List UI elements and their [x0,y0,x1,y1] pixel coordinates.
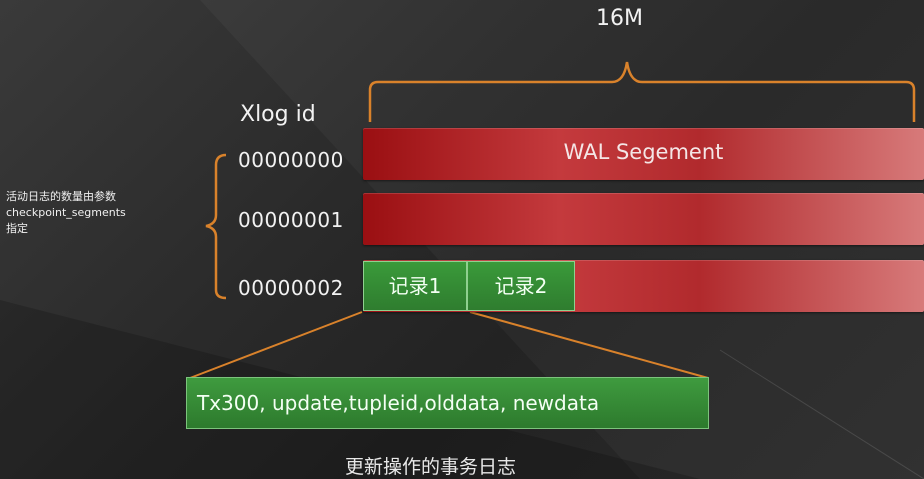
xlog-id-2: 00000002 [238,276,344,300]
record-2: 记录2 [467,261,575,311]
record-1: 记录1 [363,261,467,311]
zoom-line-right [469,311,709,379]
zoom-line-left [189,311,363,379]
diagram-caption: 更新操作的事务日志 [345,456,517,478]
top-brace [368,61,916,122]
note-line-2: checkpoint_segments [6,206,126,219]
left-brace [205,153,227,300]
wal-segment-0: WAL Segement [363,128,924,180]
segments-note: 活动日志的数量由参数 checkpoint_segments 指定 [6,189,196,237]
note-line-1: 活动日志的数量由参数 [6,190,116,203]
wal-segment-1 [363,193,924,245]
xlog-id-1: 00000001 [238,208,344,232]
note-line-3: 指定 [6,222,28,235]
xlog-id-header: Xlog id [240,102,316,127]
transaction-detail-box: Tx300, update,tupleid,olddata, newdata [186,377,709,429]
wal-segment-label: WAL Segement [563,140,724,164]
xlog-id-0: 00000000 [238,148,344,172]
